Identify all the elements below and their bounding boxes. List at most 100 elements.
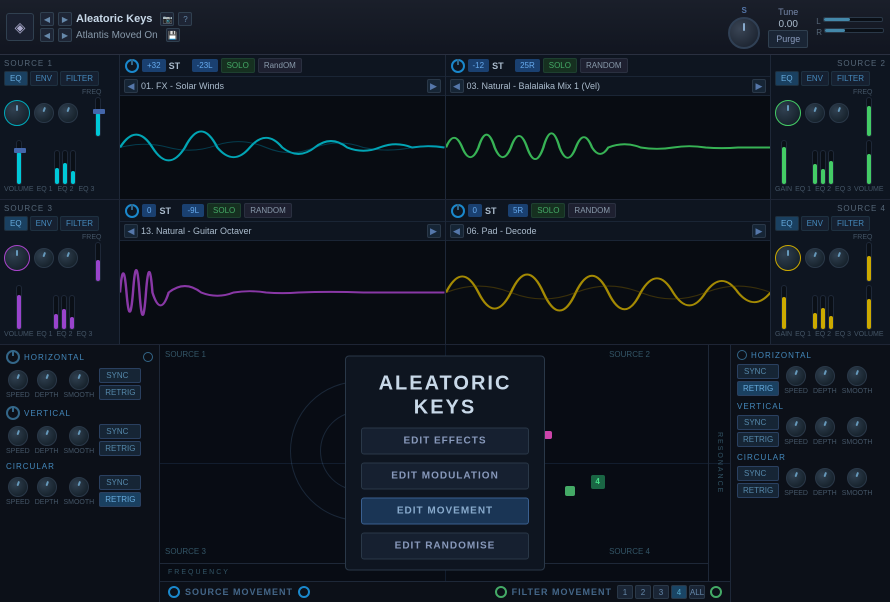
purge-button[interactable]: Purge bbox=[768, 30, 808, 48]
lfo-right-h-speed-knob[interactable] bbox=[786, 366, 806, 386]
instrument1-next-btn[interactable]: ▶ bbox=[427, 79, 441, 93]
source3-tab-filter[interactable]: FILTER bbox=[60, 216, 99, 231]
source3-eq1-fader[interactable] bbox=[53, 295, 59, 330]
capture-button[interactable]: 📷 bbox=[160, 12, 174, 26]
source2-knob1[interactable] bbox=[775, 100, 801, 126]
source2-eq3-fader[interactable] bbox=[828, 150, 834, 185]
lfo-right-c-speed-knob[interactable] bbox=[786, 468, 806, 488]
lfo-left-c-depth-knob[interactable] bbox=[37, 477, 57, 497]
page-btn-3[interactable]: 3 bbox=[653, 585, 669, 599]
lfo-right-h-retrig-btn[interactable]: RETRIG bbox=[737, 381, 779, 396]
instrument3-solo-btn[interactable]: SOLO bbox=[207, 203, 241, 218]
edit-movement-btn[interactable]: EDIT MOVEMENT bbox=[361, 498, 529, 525]
instrument3-power[interactable] bbox=[125, 204, 139, 218]
lfo-right-h-smooth-knob[interactable] bbox=[847, 366, 867, 386]
page-btn-2[interactable]: 2 bbox=[635, 585, 651, 599]
source3-eq2-fader[interactable] bbox=[61, 295, 67, 330]
lfo-right-v-smooth-knob[interactable] bbox=[847, 417, 867, 437]
source4-eq1-fader[interactable] bbox=[812, 295, 818, 330]
instrument1-solo-btn[interactable]: SOLO bbox=[221, 58, 255, 73]
source1-eq3-fader[interactable] bbox=[70, 150, 76, 185]
source4-gain2-fader[interactable] bbox=[866, 285, 872, 330]
prev-song-button[interactable]: ◀ bbox=[40, 28, 54, 42]
lfo-left-c-retrig-btn[interactable]: RETRIG bbox=[99, 492, 141, 507]
instrument2-random-btn[interactable]: RANDOM bbox=[580, 58, 628, 73]
source3-tab-env[interactable]: ENV bbox=[30, 216, 58, 231]
source2-tab-env[interactable]: ENV bbox=[801, 71, 829, 86]
page-btn-4[interactable]: 4 bbox=[671, 585, 687, 599]
filter-movement-refresh2-icon[interactable] bbox=[710, 586, 722, 598]
source4-knob3[interactable] bbox=[829, 248, 849, 268]
instrument4-st-btn[interactable]: 0 bbox=[468, 204, 482, 217]
source2-knob2[interactable] bbox=[805, 103, 825, 123]
instrument2-next-btn[interactable]: ▶ bbox=[752, 79, 766, 93]
lfo-right-v-speed-knob[interactable] bbox=[786, 417, 806, 437]
source-movement-refresh-icon[interactable] bbox=[168, 586, 180, 598]
instrument4-prev-btn[interactable]: ◀ bbox=[450, 224, 464, 238]
lfo-right-h-sync-btn[interactable]: SYNC bbox=[737, 364, 779, 379]
lfo-left-h-speed-knob[interactable] bbox=[8, 370, 28, 390]
lfo-left-v-depth-knob[interactable] bbox=[37, 426, 57, 446]
instrument3-random-btn[interactable]: RANDOM bbox=[244, 203, 292, 218]
instrument2-solo-btn[interactable]: SOLO bbox=[543, 58, 577, 73]
source1-knob3[interactable] bbox=[58, 103, 78, 123]
lfo-left-c-speed-knob[interactable] bbox=[8, 477, 28, 497]
source2-tab-filter[interactable]: FILTER bbox=[831, 71, 870, 86]
next-song-button[interactable]: ▶ bbox=[58, 28, 72, 42]
logo-button[interactable]: ◈ bbox=[6, 13, 34, 41]
lfo-right-h-indicator[interactable] bbox=[737, 350, 747, 360]
source3-freq-fader[interactable] bbox=[95, 242, 101, 282]
source3-knob1[interactable] bbox=[4, 245, 30, 271]
source3-volume-fader[interactable] bbox=[16, 285, 22, 330]
info-button[interactable]: ? bbox=[178, 12, 192, 26]
instrument1-lr-btn[interactable]: -23L bbox=[192, 59, 218, 72]
instrument4-solo-btn[interactable]: SOLO bbox=[531, 203, 565, 218]
instrument4-lr-btn[interactable]: 5R bbox=[508, 204, 528, 217]
lfo-left-v-retrig-btn[interactable]: RETRIG bbox=[99, 441, 141, 456]
source2-tab-eq[interactable]: EQ bbox=[775, 71, 799, 86]
lfo-left-h-retrig-btn[interactable]: RETRIG bbox=[99, 385, 141, 400]
xy-pad[interactable]: SOURCE 1 SOURCE 2 SOURCE 3 SOURCE 4 4 RE… bbox=[160, 345, 730, 581]
lfo-left-power[interactable] bbox=[6, 350, 20, 364]
xy-dot-source4[interactable] bbox=[565, 486, 575, 496]
song-save-button[interactable]: 💾 bbox=[166, 28, 180, 42]
source4-tab-filter[interactable]: FILTER bbox=[831, 216, 870, 231]
source2-freq-fader[interactable] bbox=[866, 97, 872, 137]
lfo-right-h-depth-knob[interactable] bbox=[815, 366, 835, 386]
instrument4-power[interactable] bbox=[451, 204, 465, 218]
lfo-right-v-depth-knob[interactable] bbox=[815, 417, 835, 437]
lfo-left-h-sync-btn[interactable]: SYNC bbox=[99, 368, 141, 383]
source2-knob3[interactable] bbox=[829, 103, 849, 123]
source2-volume-fader[interactable] bbox=[781, 140, 787, 185]
source1-tab-eq[interactable]: EQ bbox=[4, 71, 28, 86]
source4-freq-fader[interactable] bbox=[866, 242, 872, 282]
lfo-left-c-smooth-knob[interactable] bbox=[69, 477, 89, 497]
source4-eq3-fader[interactable] bbox=[828, 295, 834, 330]
instrument2-prev-btn[interactable]: ◀ bbox=[450, 79, 464, 93]
source-movement-refresh2-icon[interactable] bbox=[298, 586, 310, 598]
lfo-right-v-retrig-btn[interactable]: RETRIG bbox=[737, 432, 779, 447]
source2-eq1-fader[interactable] bbox=[812, 150, 818, 185]
lfo-left-v-speed-knob[interactable] bbox=[8, 426, 28, 446]
source3-knob3[interactable] bbox=[58, 248, 78, 268]
instrument1-st-btn[interactable]: +32 bbox=[142, 59, 166, 72]
instrument3-next-btn[interactable]: ▶ bbox=[427, 224, 441, 238]
instrument3-prev-btn[interactable]: ◀ bbox=[124, 224, 138, 238]
instrument1-prev-btn[interactable]: ◀ bbox=[124, 79, 138, 93]
lfo-right-c-depth-knob[interactable] bbox=[815, 468, 835, 488]
lfo-left-v-smooth-knob[interactable] bbox=[69, 426, 89, 446]
lfo-left-v-sync-btn[interactable]: SYNC bbox=[99, 424, 141, 439]
source3-tab-eq[interactable]: EQ bbox=[4, 216, 28, 231]
prev-preset-button[interactable]: ◀ bbox=[40, 12, 54, 26]
source4-knob1[interactable] bbox=[775, 245, 801, 271]
source3-eq3-fader[interactable] bbox=[69, 295, 75, 330]
source1-knob1[interactable] bbox=[4, 100, 30, 126]
filter-movement-refresh-icon[interactable] bbox=[495, 586, 507, 598]
instrument1-random-btn[interactable]: RandOM bbox=[258, 58, 302, 73]
source4-tab-eq[interactable]: EQ bbox=[775, 216, 799, 231]
source2-eq2-fader[interactable] bbox=[820, 150, 826, 185]
lfo-right-c-retrig-btn[interactable]: RETRIG bbox=[737, 483, 779, 498]
instrument3-st-btn[interactable]: 0 bbox=[142, 204, 156, 217]
source3-knob2[interactable] bbox=[34, 248, 54, 268]
instrument2-st-btn[interactable]: -12 bbox=[468, 59, 490, 72]
